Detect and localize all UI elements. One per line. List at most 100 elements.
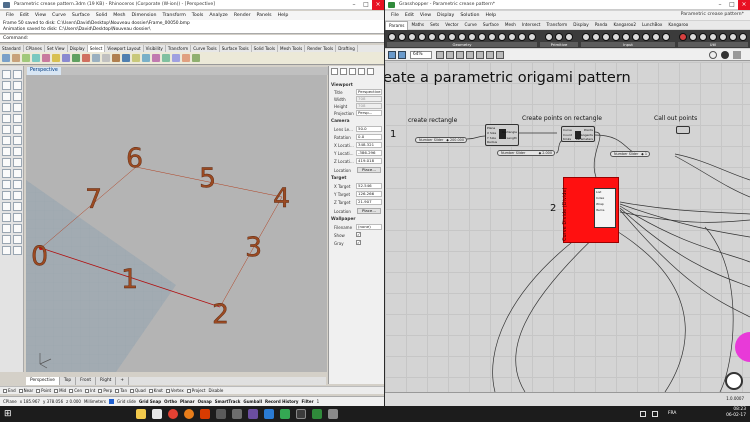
- invert-selection-icon[interactable]: [22, 54, 30, 62]
- param-icon[interactable]: [622, 33, 630, 41]
- param-icon[interactable]: [498, 33, 506, 41]
- output-parameters[interactable]: Parameters: [576, 137, 593, 142]
- menu-item[interactable]: Analyze: [209, 13, 227, 18]
- param-icon[interactable]: [408, 33, 416, 41]
- gh-menu-item[interactable]: File: [391, 13, 399, 18]
- param-icon[interactable]: [719, 33, 727, 41]
- toolbar-tab[interactable]: Render Tools: [305, 45, 337, 52]
- select-all-icon[interactable]: [2, 54, 10, 62]
- mesh-icon[interactable]: [2, 169, 11, 178]
- status-toggle[interactable]: Osnap: [198, 399, 212, 404]
- render-icon[interactable]: [13, 246, 22, 255]
- menu-item[interactable]: Curve: [52, 13, 66, 18]
- toolbar-tab[interactable]: Transform: [166, 45, 192, 52]
- param-icon[interactable]: [545, 33, 553, 41]
- param-icon[interactable]: [739, 33, 747, 41]
- eye-icon[interactable]: [709, 50, 717, 59]
- toolbar-tab[interactable]: Mesh Tools: [278, 45, 306, 52]
- param-icon[interactable]: [642, 33, 650, 41]
- join-icon[interactable]: [2, 224, 11, 233]
- select-color-icon[interactable]: [142, 54, 150, 62]
- select-duplicates-icon[interactable]: [152, 54, 160, 62]
- sketch-icon[interactable]: [446, 50, 454, 59]
- text-icon[interactable]: [2, 125, 11, 134]
- ribbon-category[interactable]: Util: [678, 42, 748, 47]
- gh-tab[interactable]: Vector: [442, 21, 461, 29]
- toolbar-tab[interactable]: Viewport Layout: [105, 45, 144, 52]
- rhino-taskbar-icon[interactable]: [296, 409, 306, 419]
- app-icon[interactable]: [248, 409, 258, 419]
- group-icon[interactable]: [2, 235, 11, 244]
- gh-tab[interactable]: Kangaroo2: [610, 21, 639, 29]
- menu-item[interactable]: Transform: [162, 13, 185, 18]
- osnap-project[interactable]: Project: [186, 388, 205, 393]
- scale-icon[interactable]: [13, 191, 22, 200]
- osnap-cen[interactable]: Cen: [69, 388, 82, 393]
- osnap-knot[interactable]: Knot: [148, 388, 163, 393]
- param-icon[interactable]: [582, 33, 590, 41]
- toolbar-tab[interactable]: Visibility: [144, 45, 166, 52]
- gh-tab[interactable]: Transform: [543, 21, 570, 29]
- ellipse-icon[interactable]: [2, 114, 11, 123]
- perspective-viewport[interactable]: 0 1 2 3 4 5 6 7: [26, 75, 327, 372]
- firefox-icon[interactable]: [184, 409, 194, 419]
- viewport-name[interactable]: Perspective: [27, 67, 61, 75]
- select-none-icon[interactable]: [12, 54, 20, 62]
- menu-item[interactable]: Tools: [192, 13, 204, 18]
- array-icon[interactable]: [13, 202, 22, 211]
- menu-item[interactable]: Panels: [257, 13, 272, 18]
- move-icon[interactable]: [2, 180, 11, 189]
- osnap-end[interactable]: End: [3, 388, 16, 393]
- output-length[interactable]: Length: [502, 135, 517, 141]
- layer-label[interactable]: Grid slide: [117, 399, 136, 404]
- boolean-union-icon[interactable]: [13, 169, 22, 178]
- render-preview-icon[interactable]: [733, 50, 741, 59]
- param-icon[interactable]: [388, 33, 396, 41]
- select-open-icon[interactable]: [162, 54, 170, 62]
- param-icon[interactable]: [592, 33, 600, 41]
- param-icon[interactable]: [458, 33, 466, 41]
- gh-menu-item[interactable]: Solution: [460, 13, 479, 18]
- select-layer-icon[interactable]: [132, 54, 140, 62]
- layers-icon[interactable]: [340, 68, 347, 75]
- wire-icon[interactable]: [466, 50, 474, 59]
- param-icon[interactable]: [612, 33, 620, 41]
- gh-document-name[interactable]: Parametric crease pattern*: [681, 12, 744, 17]
- menu-item[interactable]: Surface: [72, 13, 90, 18]
- close-icon[interactable]: ×: [738, 0, 750, 10]
- input-radius[interactable]: Radius: [487, 140, 497, 145]
- select-polysurfaces-icon[interactable]: [82, 54, 90, 62]
- projection-select[interactable]: Persp...: [356, 110, 382, 116]
- cylinder-icon[interactable]: [13, 158, 22, 167]
- app-icon[interactable]: [232, 409, 242, 419]
- gh-tab[interactable]: Panda: [592, 21, 611, 29]
- param-icon[interactable]: [528, 33, 536, 41]
- ribbon-category[interactable]: Primitive: [540, 42, 578, 47]
- param-icon[interactable]: [662, 33, 670, 41]
- dimension-icon[interactable]: [13, 235, 22, 244]
- fillet-icon[interactable]: [13, 125, 22, 134]
- callout-component[interactable]: [676, 126, 690, 134]
- rectangle-icon[interactable]: [2, 103, 11, 112]
- toolbar-tab-active[interactable]: Select: [87, 45, 106, 52]
- clock[interactable]: 08:23 06-02-17: [726, 407, 746, 419]
- ribbon-category[interactable]: Input: [581, 42, 675, 47]
- helix-icon[interactable]: [13, 114, 22, 123]
- viewport-tab-top[interactable]: Top: [60, 377, 77, 385]
- materials-icon[interactable]: [349, 68, 356, 75]
- osnap-quad[interactable]: Quad: [130, 388, 146, 393]
- select-blocks-icon[interactable]: [112, 54, 120, 62]
- target-place-button[interactable]: Place...: [357, 208, 381, 214]
- select-last-icon[interactable]: [32, 54, 40, 62]
- gh-menu-item[interactable]: Edit: [405, 13, 414, 18]
- box-icon[interactable]: [13, 147, 22, 156]
- units-label[interactable]: Millimeters: [84, 399, 106, 404]
- input-curve[interactable]: Curve: [563, 128, 572, 133]
- store-icon[interactable]: [152, 409, 162, 419]
- gh-tab[interactable]: Display: [570, 21, 591, 29]
- split-icon[interactable]: [13, 213, 22, 222]
- circle-icon[interactable]: [2, 92, 11, 101]
- osnap-tan[interactable]: Tan: [115, 388, 127, 393]
- bake-icon[interactable]: [496, 50, 504, 59]
- sphere-icon[interactable]: [2, 158, 11, 167]
